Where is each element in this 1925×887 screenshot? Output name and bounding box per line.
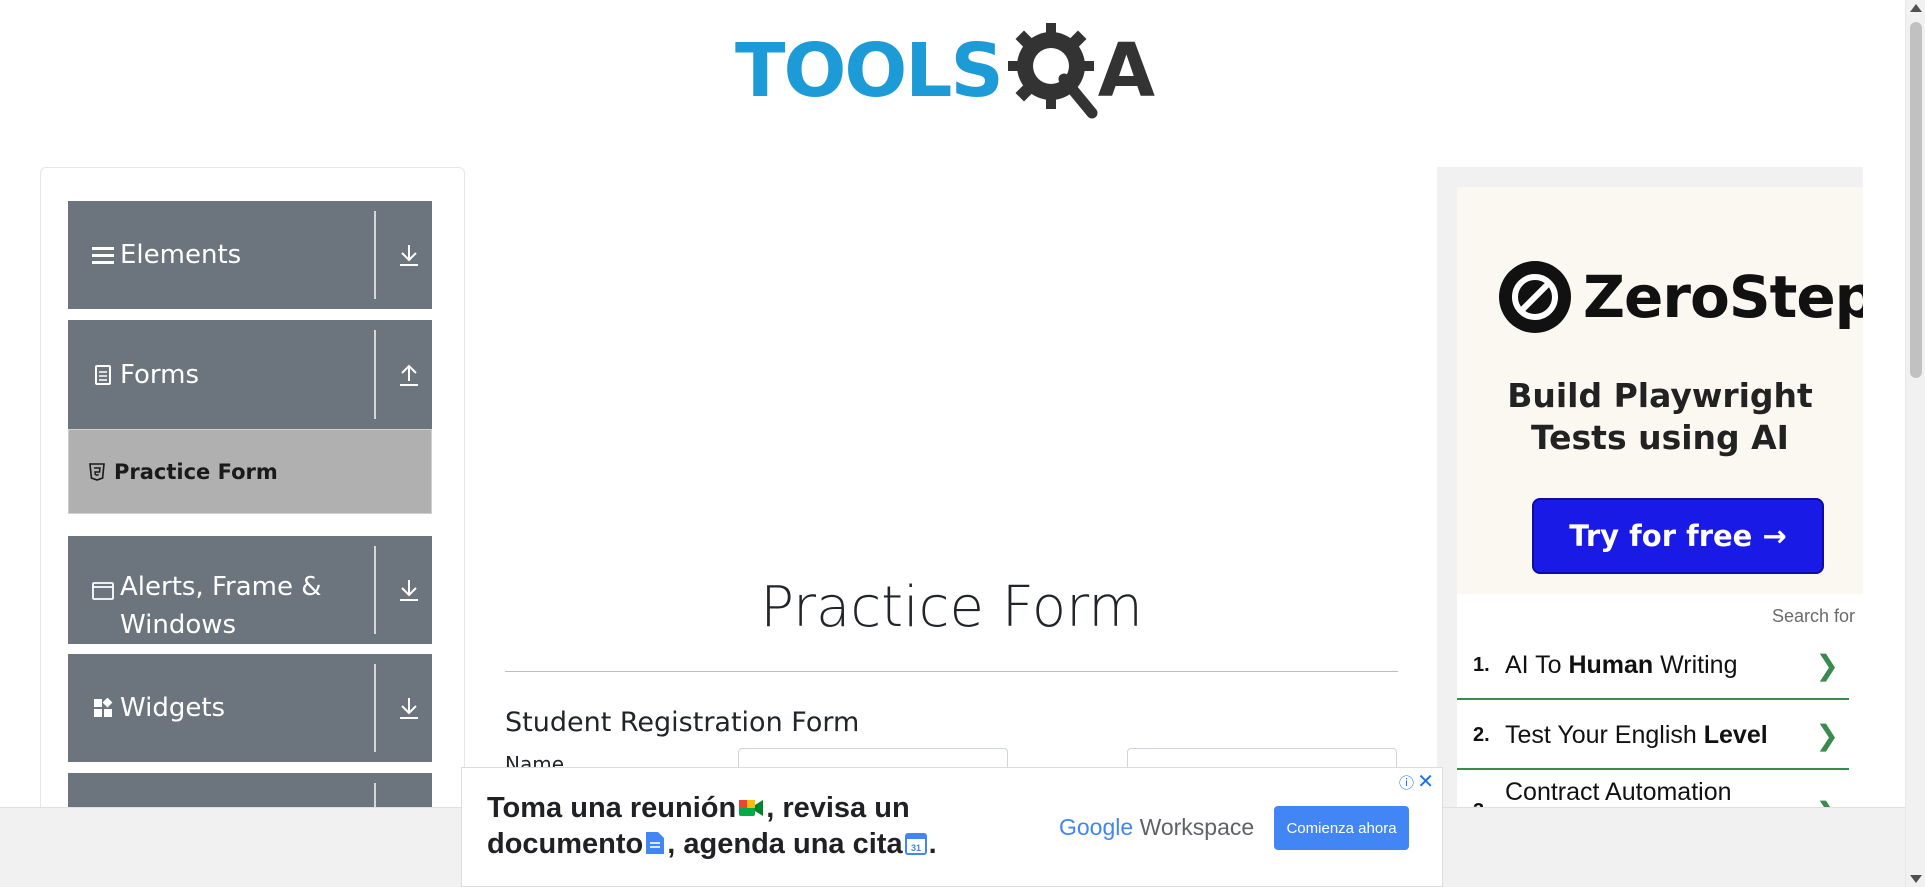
search-result-item[interactable]: 3. Contract Automation ❯ — [1457, 772, 1849, 807]
zerostep-ad[interactable]: ZeroStep Build Playwright Tests using AI… — [1437, 167, 1863, 807]
divider — [374, 330, 376, 419]
result-text: Contract Automation — [1505, 778, 1732, 806]
google-calendar-icon: 31 — [904, 828, 927, 855]
hamburger-icon — [92, 244, 114, 266]
search-result-item[interactable]: 2. Test Your English Level ❯ — [1457, 702, 1849, 770]
window-icon — [92, 580, 114, 602]
scrollbar-thumb[interactable] — [1910, 22, 1922, 378]
scroll-up-icon[interactable] — [1910, 4, 1922, 12]
search-result-item[interactable]: 1. AI To Human Writing ❯ — [1457, 632, 1849, 700]
download-arrow-icon[interactable] — [394, 240, 424, 270]
title-divider — [505, 671, 1398, 672]
search-for-label: Search for — [1771, 606, 1855, 626]
zerostep-brand: ZeroStep — [1583, 263, 1863, 331]
menu-group-widgets[interactable]: Widgets — [68, 654, 432, 762]
menu-group-forms[interactable]: Forms — [68, 320, 432, 429]
ad-info-icon[interactable]: ⓘ — [1399, 772, 1414, 793]
download-arrow-icon[interactable] — [394, 693, 424, 723]
zerostep-logo: ZeroStep — [1499, 259, 1863, 335]
ad-headline: Toma una reunión, revisa un documento, a… — [487, 792, 937, 860]
sidebar-item-practice-form[interactable]: Practice Form — [68, 429, 432, 514]
result-number: 1. — [1473, 653, 1490, 676]
menu-group-label: Alerts, Frame & Windows — [120, 572, 322, 640]
search-suggestions: Search for 1. AI To Human Writing ❯ 2. T… — [1457, 594, 1863, 807]
gear-magnifier-icon — [1006, 21, 1106, 121]
sidebar-item-label: Practice Form — [114, 459, 278, 484]
menu-group-alerts[interactable]: Alerts, Frame & Windows — [68, 536, 432, 644]
menu-group-label: Elements — [120, 240, 242, 270]
divider — [374, 664, 376, 752]
google-workspace-logo: Google Workspace — [1059, 814, 1255, 840]
document-icon — [92, 364, 114, 386]
result-text: Test Your English Level — [1505, 720, 1768, 749]
zerostep-logo-icon — [1499, 261, 1571, 333]
form-heading: Student Registration Form — [505, 707, 860, 738]
google-meet-icon — [738, 792, 764, 816]
upload-arrow-icon[interactable] — [394, 360, 424, 390]
google-workspace-ad[interactable]: Toma una reunión, revisa un documento, a… — [461, 767, 1443, 887]
logo-text: TOOLS — [735, 27, 1004, 114]
html5-icon — [89, 462, 105, 481]
widgets-icon — [92, 697, 114, 719]
ad-tagline: Build Playwright Tests using AI — [1507, 376, 1813, 457]
vertical-scrollbar[interactable] — [1905, 0, 1925, 887]
chevron-right-icon: ❯ — [1815, 719, 1839, 751]
chevron-right-icon: ❯ — [1816, 796, 1839, 807]
result-number: 3. — [1473, 800, 1490, 807]
google-docs-icon — [645, 828, 665, 854]
toolsqa-logo[interactable]: TOOLS A — [735, 18, 1175, 123]
logo-suffix: A — [1097, 27, 1156, 114]
close-icon[interactable]: ✕ — [1417, 769, 1434, 794]
try-for-free-button[interactable]: Try for free → — [1532, 498, 1824, 574]
result-number: 2. — [1473, 723, 1490, 746]
svg-text:31: 31 — [911, 843, 921, 853]
page-title: Practice Form — [760, 575, 1143, 640]
divider — [374, 546, 376, 634]
scroll-down-icon[interactable] — [1910, 875, 1922, 883]
result-text: AI To Human Writing — [1505, 650, 1738, 679]
menu-group-elements[interactable]: Elements — [68, 201, 432, 309]
download-arrow-icon[interactable] — [394, 575, 424, 605]
divider — [374, 211, 376, 299]
menu-group-label: Forms — [120, 359, 200, 390]
chevron-right-icon: ❯ — [1815, 649, 1839, 681]
comienza-ahora-button[interactable]: Comienza ahora — [1274, 806, 1409, 850]
menu-group-label: Widgets — [120, 693, 226, 723]
